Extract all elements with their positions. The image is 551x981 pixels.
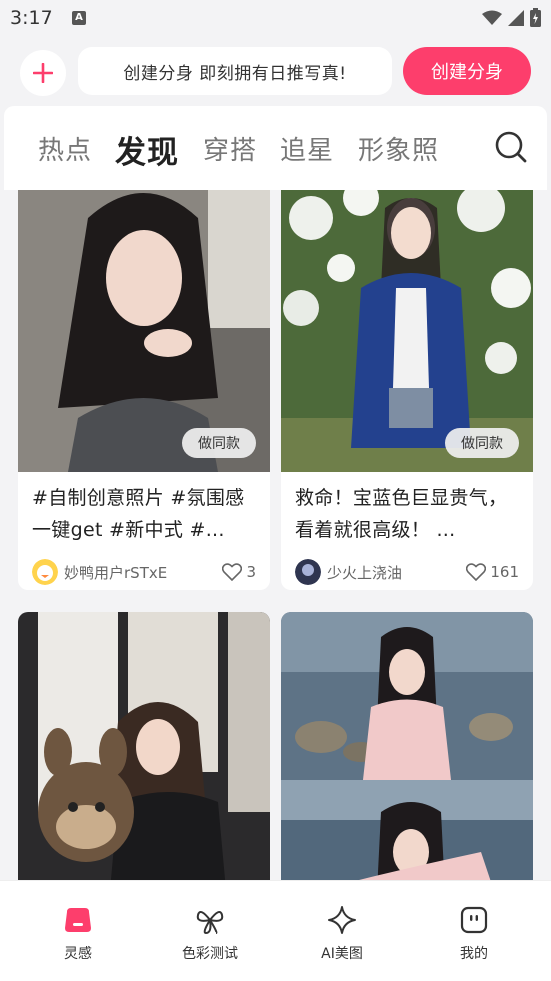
profile-icon bbox=[460, 906, 488, 934]
post-username[interactable]: 妙鸭用户rSTxE bbox=[64, 562, 222, 583]
status-time: 3:17 bbox=[10, 7, 53, 29]
heart-icon bbox=[222, 563, 243, 581]
nav-label: AI美图 bbox=[321, 946, 363, 962]
make-same-button[interactable]: 做同款 bbox=[445, 428, 519, 458]
like-count: 161 bbox=[490, 563, 519, 581]
post-photo[interactable] bbox=[281, 612, 533, 880]
like-count: 3 bbox=[246, 563, 256, 581]
status-bar: 3:17 A bbox=[0, 0, 551, 36]
post-username[interactable]: 少火上浇油 bbox=[327, 562, 466, 583]
post-meta: 妙鸭用户rSTxE 3 bbox=[18, 552, 270, 590]
sparkle-icon bbox=[328, 906, 356, 934]
post-description: 救命！宝蓝色巨显贵气，看着就很高级！ ... bbox=[295, 487, 508, 541]
post-card[interactable]: 做同款 救命！宝蓝色巨显贵气，看着就很高级！ ... 少火上浇油 161 bbox=[281, 190, 533, 590]
avatar[interactable] bbox=[295, 559, 321, 585]
tab-idol[interactable]: 追星 bbox=[280, 130, 334, 167]
make-same-button[interactable]: 做同款 bbox=[182, 428, 256, 458]
notification-icon: A bbox=[72, 11, 86, 25]
promo-banner[interactable]: 创建分身 即刻拥有日推写真! bbox=[78, 47, 392, 95]
battery-charging-icon bbox=[530, 8, 541, 27]
tab-portrait[interactable]: 形象照 bbox=[358, 130, 439, 167]
nav-inspiration[interactable]: 灵感 bbox=[28, 903, 128, 963]
nav-ai-image[interactable]: AI美图 bbox=[292, 903, 392, 963]
like-button[interactable]: 161 bbox=[466, 563, 519, 581]
nav-profile[interactable]: 我的 bbox=[424, 903, 524, 963]
post-photo[interactable] bbox=[18, 612, 270, 880]
post-description: #自制创意照片 #氛围感一键get #新中式 #... bbox=[32, 487, 245, 541]
color-test-icon bbox=[196, 910, 224, 934]
post-photo[interactable]: 做同款 bbox=[18, 190, 270, 472]
bottom-navigation: 灵感 色彩测试 AI美图 我的 bbox=[0, 880, 551, 981]
nav-label: 灵感 bbox=[64, 946, 92, 962]
photo-image bbox=[18, 612, 270, 880]
nav-label: 我的 bbox=[460, 946, 488, 962]
wifi-icon bbox=[482, 10, 502, 25]
post-meta: 少火上浇油 161 bbox=[281, 552, 533, 590]
nav-color-test[interactable]: 色彩测试 bbox=[160, 903, 260, 963]
system-icons bbox=[482, 8, 541, 27]
post-card[interactable] bbox=[281, 612, 533, 880]
create-bar: 创建分身 即刻拥有日推写真! 创建分身 bbox=[0, 36, 551, 106]
inspiration-icon bbox=[65, 908, 91, 932]
plus-icon bbox=[33, 63, 53, 83]
category-tabs: 热点 发现 穿搭 追星 形象照 bbox=[4, 106, 547, 190]
tab-hot[interactable]: 热点 bbox=[38, 130, 92, 167]
nav-label: 色彩测试 bbox=[182, 946, 238, 962]
post-photo[interactable]: 做同款 bbox=[281, 190, 533, 472]
avatar[interactable] bbox=[32, 559, 58, 585]
tab-discover[interactable]: 发现 bbox=[115, 127, 179, 172]
post-card[interactable]: 做同款 #自制创意照片 #氛围感一键get #新中式 #... 妙鸭用户rSTx… bbox=[18, 190, 270, 590]
tab-outfit[interactable]: 穿搭 bbox=[203, 130, 257, 167]
photo-image bbox=[281, 612, 533, 880]
create-avatar-button[interactable]: 创建分身 bbox=[403, 47, 531, 95]
post-card[interactable] bbox=[18, 612, 270, 880]
signal-icon bbox=[508, 9, 524, 26]
search-icon[interactable] bbox=[494, 130, 528, 164]
plus-button[interactable] bbox=[20, 50, 66, 96]
like-button[interactable]: 3 bbox=[222, 563, 256, 581]
feed-grid: 做同款 #自制创意照片 #氛围感一键get #新中式 #... 妙鸭用户rSTx… bbox=[0, 190, 551, 880]
heart-icon bbox=[466, 563, 487, 581]
